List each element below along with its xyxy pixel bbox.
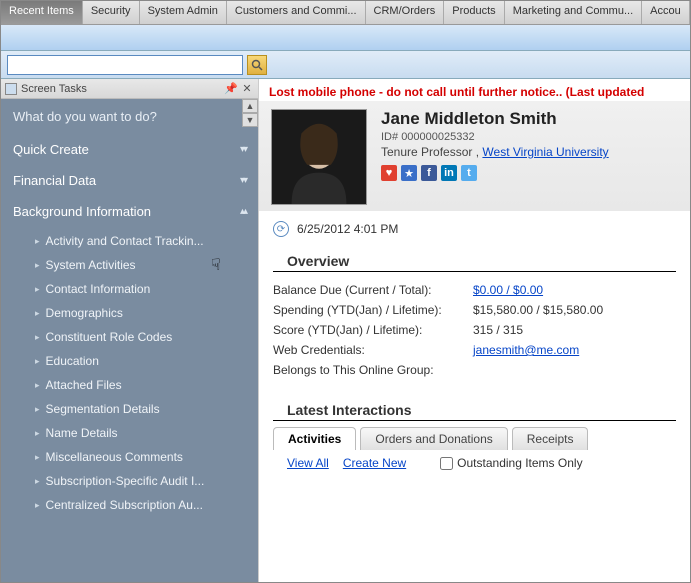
org-link[interactable]: West Virginia University (482, 145, 608, 159)
timestamp-row: ⟳ 6/25/2012 4:01 PM (259, 211, 690, 243)
sidebar-window-icon (5, 83, 17, 95)
overview-row: Score (YTD(Jan) / Lifetime):315 / 315 (259, 320, 690, 340)
sidebar-item[interactable]: System Activities (31, 253, 258, 277)
tab-marketing-and-commu-[interactable]: Marketing and Commu... (505, 1, 642, 24)
sidebar-item[interactable]: Attached Files (31, 373, 258, 397)
tab-accou[interactable]: Accou (642, 1, 690, 24)
search-bar (1, 51, 690, 79)
section-background-information[interactable]: Background Information▴▴ (1, 196, 258, 227)
sidebar-item[interactable]: Contact Information (31, 277, 258, 301)
avatar (271, 109, 367, 205)
tab-crm-orders[interactable]: CRM/Orders (366, 1, 445, 24)
outstanding-checkbox-input[interactable] (440, 457, 453, 470)
section-quick-create[interactable]: Quick Create▾▾ (1, 134, 258, 165)
scroll-up-icon[interactable]: ▲ (242, 99, 258, 113)
search-button[interactable] (247, 55, 267, 75)
section-financial-data[interactable]: Financial Data▾▾ (1, 165, 258, 196)
sidebar-item[interactable]: Centralized Subscription Au... (31, 493, 258, 517)
search-input[interactable] (7, 55, 243, 75)
sidebar-item[interactable]: Education (31, 349, 258, 373)
sidebar-item[interactable]: Segmentation Details (31, 397, 258, 421)
sidebar: Screen Tasks 📌 ✕ What do you want to do?… (1, 79, 259, 582)
sidebar-item[interactable]: Name Details (31, 421, 258, 445)
twitter-icon[interactable]: t (461, 165, 477, 181)
interaction-links: View All Create New Outstanding Items On… (259, 450, 690, 476)
facebook-icon[interactable]: f (421, 165, 437, 181)
alert-banner: Lost mobile phone - do not call until fu… (259, 79, 690, 101)
overview-heading: Overview (273, 249, 676, 272)
tab-system-admin[interactable]: System Admin (140, 1, 227, 24)
overview-row: Spending (YTD(Jan) / Lifetime):$15,580.0… (259, 300, 690, 320)
tab-recent-items[interactable]: Recent Items (1, 1, 83, 24)
itab-orders-and-donations[interactable]: Orders and Donations (360, 427, 507, 450)
pin-icon[interactable]: 📌 (224, 82, 238, 96)
heart-icon[interactable]: ♥ (381, 165, 397, 181)
sidebar-item[interactable]: Demographics (31, 301, 258, 325)
interaction-tabs: ActivitiesOrders and DonationsReceipts (259, 427, 690, 450)
task-panel: What do you want to do? Quick Create▾▾Fi… (1, 99, 258, 582)
refresh-icon[interactable]: ⟳ (273, 221, 289, 237)
sidebar-item[interactable]: Activity and Contact Trackin... (31, 229, 258, 253)
sidebar-item[interactable]: Constituent Role Codes (31, 325, 258, 349)
overview-row: Balance Due (Current / Total):$0.00 / $0… (259, 280, 690, 300)
top-tabs: Recent ItemsSecuritySystem AdminCustomer… (1, 1, 690, 25)
view-all-link[interactable]: View All (287, 456, 329, 470)
interactions-heading: Latest Interactions (273, 398, 676, 421)
toolbar (1, 25, 690, 51)
social-icons: ♥ ★ f in t (381, 165, 609, 181)
tab-security[interactable]: Security (83, 1, 140, 24)
itab-activities[interactable]: Activities (273, 427, 356, 450)
star-icon[interactable]: ★ (401, 165, 417, 181)
overview-row: Web Credentials:janesmith@me.com (259, 340, 690, 360)
person-role: Tenure Professor , West Virginia Univers… (381, 145, 609, 159)
scroll-down-icon[interactable]: ▼ (242, 113, 258, 127)
itab-receipts[interactable]: Receipts (512, 427, 589, 450)
panel-prompt: What do you want to do? (1, 99, 258, 134)
content-pane: Lost mobile phone - do not call until fu… (259, 79, 690, 582)
person-name: Jane Middleton Smith (381, 109, 609, 129)
profile-header: Jane Middleton Smith ID# 000000025332 Te… (259, 101, 690, 211)
overview-link[interactable]: janesmith@me.com (473, 343, 579, 357)
outstanding-checkbox[interactable]: Outstanding Items Only (440, 456, 582, 470)
timestamp: 6/25/2012 4:01 PM (297, 222, 398, 236)
tab-products[interactable]: Products (444, 1, 504, 24)
close-icon[interactable]: ✕ (240, 82, 254, 96)
linkedin-icon[interactable]: in (441, 165, 457, 181)
sidebar-title: Screen Tasks (21, 83, 87, 95)
tab-customers-and-commi-[interactable]: Customers and Commi... (227, 1, 366, 24)
sidebar-header: Screen Tasks 📌 ✕ (1, 79, 258, 99)
sidebar-item[interactable]: Subscription-Specific Audit I... (31, 469, 258, 493)
sidebar-item[interactable]: Miscellaneous Comments (31, 445, 258, 469)
overview-link[interactable]: $0.00 / $0.00 (473, 283, 543, 297)
create-new-link[interactable]: Create New (343, 456, 406, 470)
overview-row: Belongs to This Online Group: (259, 360, 690, 380)
person-id: ID# 000000025332 (381, 131, 609, 143)
